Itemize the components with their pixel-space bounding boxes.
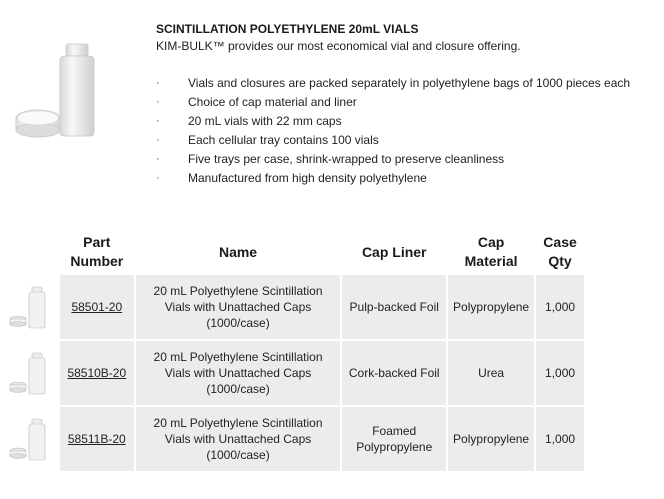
case-qty-cell: 1,000 xyxy=(536,341,584,405)
header-case-qty: Case Qty xyxy=(536,231,584,273)
cap-material-cell: Urea xyxy=(448,341,535,405)
feature-item: · Manufactured from high density polyethy… xyxy=(156,169,630,188)
header-image-spacer xyxy=(2,231,58,273)
bullet-icon: · xyxy=(156,172,160,184)
product-title: SCINTILLATION POLYETHYLENE 20mL VIALS xyxy=(156,22,419,36)
header-cap-material: Cap Material xyxy=(448,231,535,273)
bullet-icon: · xyxy=(156,77,160,89)
feature-item: · Each cellular tray contains 100 vials xyxy=(156,131,630,150)
header-part-number: Part Number xyxy=(59,231,134,273)
cap-liner-cell: Foamed Polypropylene xyxy=(342,407,447,471)
table-row: 58501-20 20 mL Polyethylene Scintillatio… xyxy=(2,275,584,339)
feature-list: · Vials and closures are packed separatel… xyxy=(156,74,630,188)
part-number-cell[interactable]: 58511B-20 xyxy=(59,407,134,471)
part-number-cell[interactable]: 58510B-20 xyxy=(59,341,134,405)
cap-material-cell: Polypropylene xyxy=(448,275,535,339)
row-vial-image xyxy=(2,407,58,471)
cap-material-cell: Polypropylene xyxy=(448,407,535,471)
table-row: 58510B-20 20 mL Polyethylene Scintillati… xyxy=(2,341,584,405)
row-vial-image xyxy=(2,275,58,339)
name-cell: 20 mL Polyethylene Scintillation Vials wi… xyxy=(135,275,341,339)
header-cap-liner: Cap Liner xyxy=(342,231,447,273)
row-vial-image xyxy=(2,341,58,405)
feature-item: · 20 mL vials with 22 mm caps xyxy=(156,112,630,131)
table-header-row: Part Number Name Cap Liner Cap Material Ca… xyxy=(2,231,584,273)
bullet-icon: · xyxy=(156,115,160,127)
product-subtitle: KIM-BULK™ provides our most economical v… xyxy=(156,39,521,53)
cap-liner-cell: Cork-backed Foil xyxy=(342,341,447,405)
part-number-link[interactable]: 58501-20 xyxy=(71,300,122,314)
name-cell: 20 mL Polyethylene Scintillation Vials wi… xyxy=(135,407,341,471)
name-cell: 20 mL Polyethylene Scintillation Vials wi… xyxy=(135,341,341,405)
cap-liner-cell: Pulp-backed Foil xyxy=(342,275,447,339)
case-qty-cell: 1,000 xyxy=(536,407,584,471)
table-row: 58511B-20 20 mL Polyethylene Scintillati… xyxy=(2,407,584,471)
vial-thumbnail-icon xyxy=(9,286,46,329)
part-number-link[interactable]: 58510B-20 xyxy=(67,366,126,380)
part-number-cell[interactable]: 58501-20 xyxy=(59,275,134,339)
product-table: Part Number Name Cap Liner Cap Material Ca… xyxy=(0,229,586,473)
case-qty-cell: 1,000 xyxy=(536,275,584,339)
bullet-icon: · xyxy=(156,134,160,146)
vial-thumbnail-icon xyxy=(9,418,46,461)
feature-item: · Vials and closures are packed separatel… xyxy=(156,74,630,93)
feature-item: · Five trays per case, shrink-wrapped to … xyxy=(156,150,630,169)
bullet-icon: · xyxy=(156,153,160,165)
vial-product-image xyxy=(15,43,95,138)
bullet-icon: · xyxy=(156,96,160,108)
vial-thumbnail-icon xyxy=(9,352,46,395)
header-name: Name xyxy=(135,231,341,273)
part-number-link[interactable]: 58511B-20 xyxy=(68,432,126,446)
feature-item: · Choice of cap material and liner xyxy=(156,93,630,112)
